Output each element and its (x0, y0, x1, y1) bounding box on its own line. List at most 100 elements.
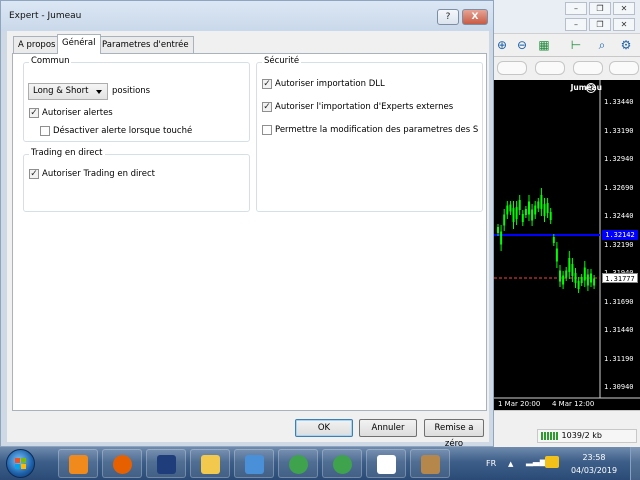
chart-restore-button[interactable]: ❐ (589, 18, 611, 31)
general-tab-panel: Commun Long & Short positions ✓ Autorise… (12, 53, 487, 411)
checkbox-box[interactable]: ✓ (262, 79, 272, 89)
price-axis-tick: 1.32440 (604, 212, 634, 220)
candle-body (512, 208, 515, 222)
tab-general[interactable]: Général (57, 34, 101, 54)
disable-alert-checkbox[interactable]: Désactiver alerte lorsque touché (40, 126, 192, 136)
window-pill[interactable] (573, 61, 603, 75)
clock-date[interactable]: 04/03/2019 (569, 466, 619, 475)
terminal-restore-button[interactable]: ❐ (589, 2, 611, 15)
explorer-icon (201, 455, 220, 474)
chart-minimize-button[interactable]: – (565, 18, 587, 31)
taskbar-app-button[interactable] (190, 449, 230, 478)
allow-alerts-checkbox[interactable]: ✓ Autoriser alertes (29, 108, 113, 118)
price-chart[interactable]: ☺ Jumeau 1.33440 1.33190 1.32940 1.32690 1.3… (494, 80, 640, 420)
chart-expert-label: Jumeau (570, 83, 602, 92)
taskbar-app-button[interactable] (322, 449, 362, 478)
checkbox-box[interactable]: ✓ (29, 169, 39, 179)
allow-signal-modification-label: Permettre la modification des parametres… (275, 125, 478, 135)
window-pill[interactable] (609, 61, 639, 75)
checkbox-box[interactable]: ✓ (29, 108, 39, 118)
time-axis-tick: 4 Mar 12:00 (552, 400, 595, 408)
notepad-icon (377, 455, 396, 474)
reset-button[interactable]: Remise a zéro (424, 419, 484, 449)
chart-shift-icon[interactable]: ⊢ (567, 37, 585, 54)
firefox-icon (113, 455, 132, 474)
candle-body (500, 231, 503, 245)
network-signal-icon[interactable]: ▂▃▅ (526, 457, 547, 467)
taskbar-app-button[interactable] (146, 449, 186, 478)
help-button[interactable]: ? (437, 9, 459, 25)
taskbar: FR ▲ ▂▃▅ 23:58 04/03/2019 (0, 447, 640, 480)
price-axis-tick: 1.31440 (604, 326, 634, 334)
traffic-label: 1039/2 kb (561, 431, 602, 440)
windows-logo-icon (15, 458, 27, 470)
candle-body (537, 201, 540, 209)
window-pill[interactable] (497, 61, 527, 75)
checkbox-box[interactable]: ✓ (262, 102, 272, 112)
taskbar-app-button[interactable] (278, 449, 318, 478)
price-axis-tick: 1.32690 (604, 183, 634, 192)
candle-body (559, 270, 561, 282)
expert-properties-dialog: Expert - Jumeau ? X A propos Général Par… (0, 0, 494, 449)
allow-alerts-label: Autoriser alertes (42, 108, 113, 118)
start-button[interactable] (6, 449, 35, 478)
candle-body (574, 273, 577, 283)
winrar-icon (421, 455, 440, 474)
live-trading-group: Trading en direct ✓ Autoriser Trading en… (23, 148, 250, 212)
terminal-minimize-button[interactable]: – (565, 2, 587, 15)
taskbar-app-button[interactable] (234, 449, 274, 478)
tray-app-icon[interactable] (545, 456, 559, 468)
tile-windows-icon[interactable]: ▦ (535, 37, 553, 54)
zoom-in-icon[interactable]: ⊕ (493, 37, 511, 54)
candle-body (503, 214, 506, 226)
clock-time[interactable]: 23:58 (569, 453, 619, 462)
tab-input-parameters[interactable]: Parametres d'entrée (97, 36, 194, 53)
devc-icon (157, 455, 176, 474)
language-indicator[interactable]: FR (486, 459, 496, 468)
taskbar-app-button[interactable] (366, 449, 406, 478)
allow-signal-modification-checkbox[interactable]: Permettre la modification des parametres… (262, 125, 478, 135)
checkbox-box[interactable] (40, 126, 50, 136)
ok-button[interactable]: OK (295, 419, 353, 437)
settings-icon[interactable]: ⚙ (617, 37, 635, 54)
close-button[interactable]: X (462, 9, 488, 25)
price-axis-tick: 1.33190 (604, 126, 634, 135)
candle-body (521, 214, 524, 222)
chart-close-button[interactable]: ✕ (613, 18, 635, 31)
candle-body (534, 205, 537, 215)
candle-body (524, 209, 527, 215)
candle-body (571, 264, 574, 276)
candle-body (546, 203, 549, 213)
dialog-titlebar[interactable]: Expert - Jumeau ? X (1, 1, 493, 31)
search-icon[interactable]: ⌕ (593, 37, 611, 54)
cancel-button[interactable]: Annuler (359, 419, 417, 437)
positions-mode-select[interactable]: Long & Short (28, 83, 108, 100)
allow-dll-checkbox[interactable]: ✓ Autoriser importation DLL (262, 79, 385, 89)
taskbar-app-button[interactable] (410, 449, 450, 478)
control-panel-icon (245, 455, 264, 474)
candle-body (528, 201, 530, 215)
window-pill[interactable] (535, 61, 565, 75)
taskbar-app-button[interactable] (58, 449, 98, 478)
candle-body (586, 274, 589, 286)
candle-body (506, 205, 509, 215)
traffic-status: 1039/2 kb (537, 429, 637, 443)
dialog-body: A propos Général Parametres d'entrée Com… (7, 31, 489, 449)
allow-dll-label: Autoriser importation DLL (275, 79, 385, 89)
allow-external-experts-checkbox[interactable]: ✓ Autoriser l'importation d'Experts exte… (262, 102, 453, 112)
show-desktop-button[interactable] (630, 447, 640, 480)
taskbar-app-button[interactable] (102, 449, 142, 478)
metatrader-icon (333, 455, 352, 474)
tray-expand-icon[interactable]: ▲ (508, 460, 513, 468)
price-axis-tick: 1.31190 (604, 354, 634, 363)
allow-live-trading-checkbox[interactable]: ✓ Autoriser Trading en direct (29, 169, 155, 179)
candle-body (577, 281, 580, 289)
tab-about[interactable]: A propos (13, 36, 61, 53)
vlc-icon (69, 455, 88, 474)
candle-body (518, 200, 521, 210)
positions-mode-value: Long & Short (33, 86, 89, 96)
terminal-close-button[interactable]: ✕ (613, 2, 635, 15)
checkbox-box[interactable] (262, 125, 272, 135)
candle-body (590, 273, 592, 283)
zoom-out-icon[interactable]: ⊖ (513, 37, 531, 54)
